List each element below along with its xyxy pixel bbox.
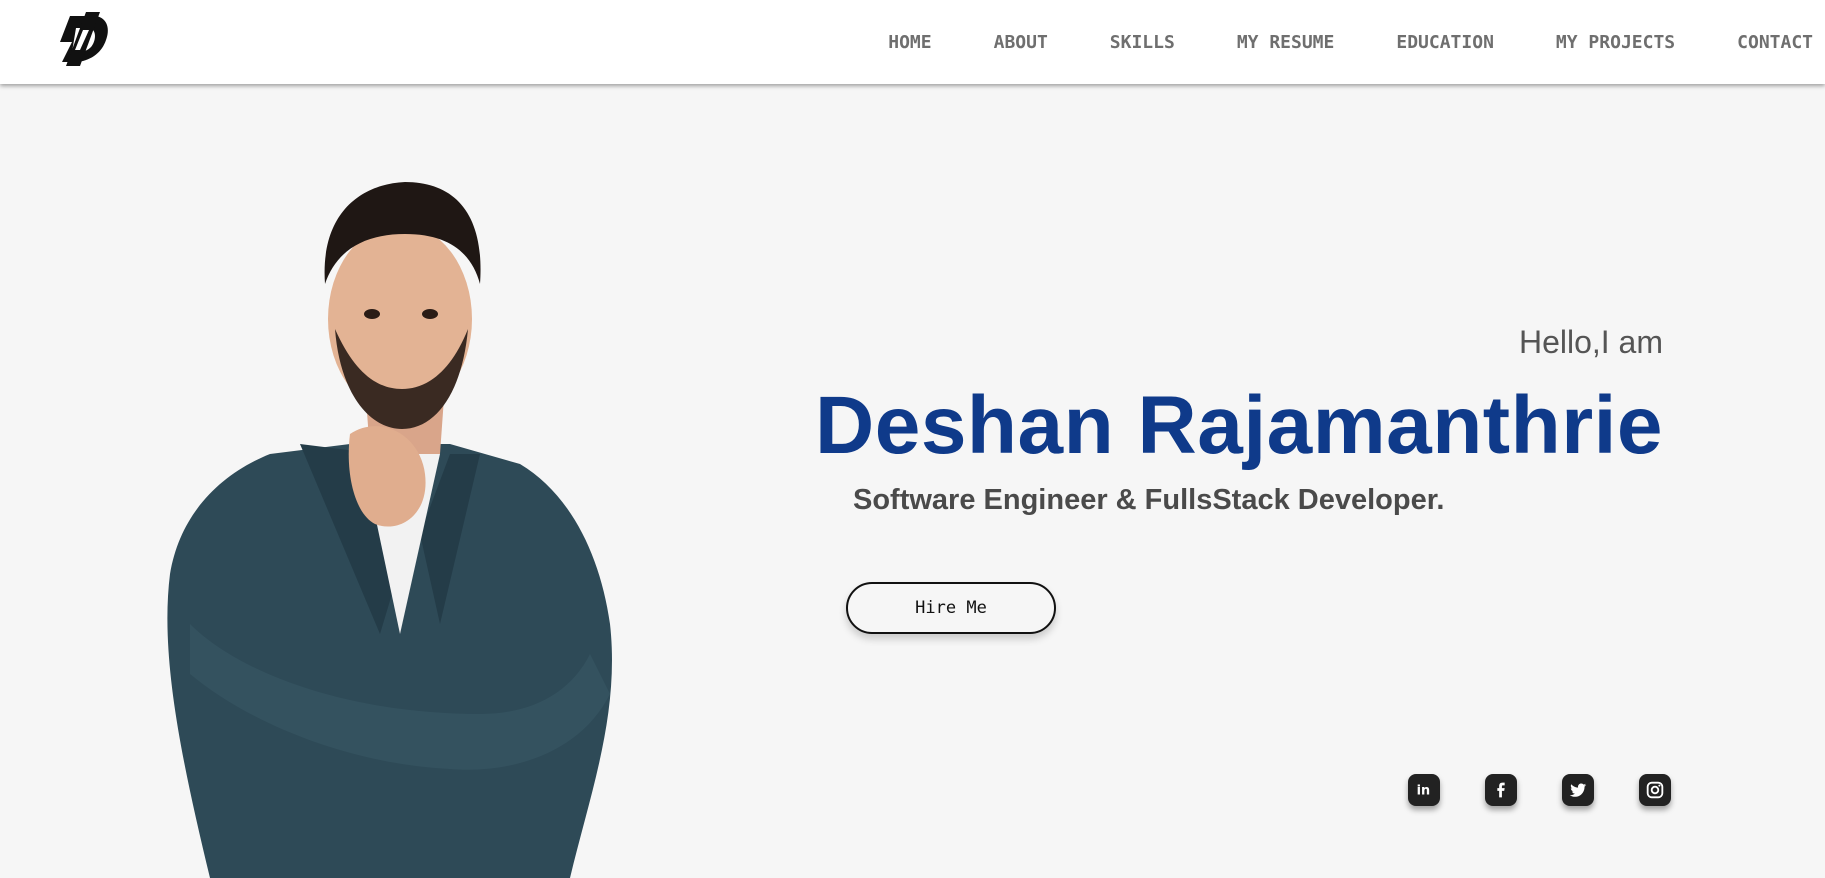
linkedin-icon[interactable]: in (1408, 774, 1440, 806)
nav-my-resume[interactable]: MY RESUME (1206, 32, 1366, 53)
nav-education[interactable]: EDUCATION (1365, 32, 1525, 53)
hero-role: Software Engineer & FullsStack Developer… (853, 484, 1445, 516)
svg-text:in: in (1417, 784, 1431, 799)
nav-my-projects[interactable]: MY PROJECTS (1525, 32, 1706, 53)
d-logo-icon[interactable] (56, 12, 112, 66)
nav-about[interactable]: ABOUT (963, 32, 1079, 53)
greeting-text: Hello,I am (1518, 324, 1663, 360)
hero-section: Hello,I am Deshan Rajamanthrie Software … (0, 84, 1825, 878)
nav-home[interactable]: HOME (857, 32, 962, 53)
nav-contact[interactable]: CONTACT (1706, 32, 1825, 53)
hire-me-button[interactable]: Hire Me (846, 582, 1056, 634)
top-navbar: HOME ABOUT SKILLS MY RESUME EDUCATION MY… (0, 0, 1825, 84)
social-links: in (1408, 774, 1671, 806)
hero-name: Deshan Rajamanthrie (815, 380, 1663, 471)
profile-portrait (167, 182, 612, 878)
nav-links: HOME ABOUT SKILLS MY RESUME EDUCATION MY… (857, 0, 1825, 84)
nav-skills[interactable]: SKILLS (1079, 32, 1206, 53)
instagram-icon[interactable] (1639, 774, 1671, 806)
twitter-icon[interactable] (1562, 774, 1594, 806)
facebook-icon[interactable] (1485, 774, 1517, 806)
